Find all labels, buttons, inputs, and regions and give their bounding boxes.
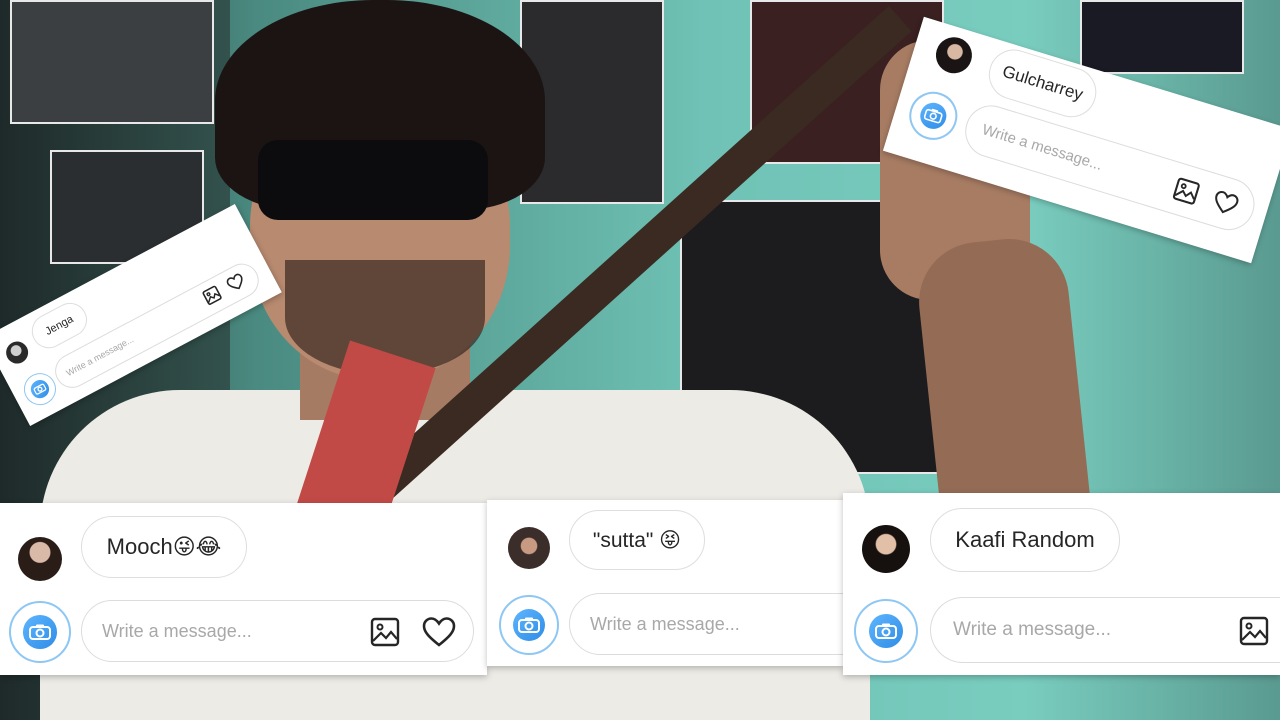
poster-right-top-dark xyxy=(1080,0,1244,74)
photo-scene: Mooch😜😂 Write a message... "sutta" 😝 Wri… xyxy=(0,0,1280,720)
message-text: Gulcharrey xyxy=(1000,61,1086,105)
camera-icon xyxy=(868,613,904,649)
camera-button[interactable] xyxy=(499,595,559,655)
message-bubble: Mooch😜😂 xyxy=(81,516,247,578)
avatar xyxy=(2,337,33,368)
message-text: Mooch😜😂 xyxy=(106,534,222,559)
message-bubble: "sutta" 😝 xyxy=(569,510,705,570)
message-input[interactable]: Write a message... xyxy=(569,593,843,655)
avatar xyxy=(931,32,977,78)
image-gallery-icon[interactable] xyxy=(370,617,400,647)
message-input[interactable]: Write a message... xyxy=(81,600,474,662)
camera-button[interactable] xyxy=(903,85,964,146)
message-text: "sutta" 😝 xyxy=(592,528,682,552)
message-text: Kaafi Random xyxy=(955,527,1095,552)
message-bubble: Kaafi Random xyxy=(930,508,1120,572)
camera-icon xyxy=(23,615,57,649)
dm-card-kaafi-random: Kaafi Random Write a message... xyxy=(843,493,1280,675)
camera-icon xyxy=(28,377,52,401)
avatar xyxy=(18,537,62,581)
person-sunglasses xyxy=(258,140,488,220)
camera-icon xyxy=(512,608,546,642)
avatar xyxy=(862,525,910,573)
dm-card-sutta: "sutta" 😝 Write a message... xyxy=(487,500,843,666)
message-text: Jenga xyxy=(43,313,76,338)
avatar xyxy=(508,527,550,569)
message-input[interactable]: Write a message... xyxy=(930,597,1280,663)
camera-icon xyxy=(917,99,950,132)
camera-button[interactable] xyxy=(854,599,918,663)
dm-card-mooch: Mooch😜😂 Write a message... xyxy=(0,503,487,675)
camera-button[interactable] xyxy=(9,601,71,663)
message-input-placeholder: Write a message... xyxy=(590,613,740,634)
message-input-placeholder: Write a message... xyxy=(64,334,136,379)
image-gallery-icon[interactable] xyxy=(1239,616,1269,646)
message-input-placeholder: Write a message... xyxy=(102,620,252,641)
message-input-placeholder: Write a message... xyxy=(980,120,1105,174)
heart-icon[interactable] xyxy=(421,616,457,648)
poster-top-left xyxy=(10,0,214,124)
message-input-placeholder: Write a message... xyxy=(953,619,1112,640)
